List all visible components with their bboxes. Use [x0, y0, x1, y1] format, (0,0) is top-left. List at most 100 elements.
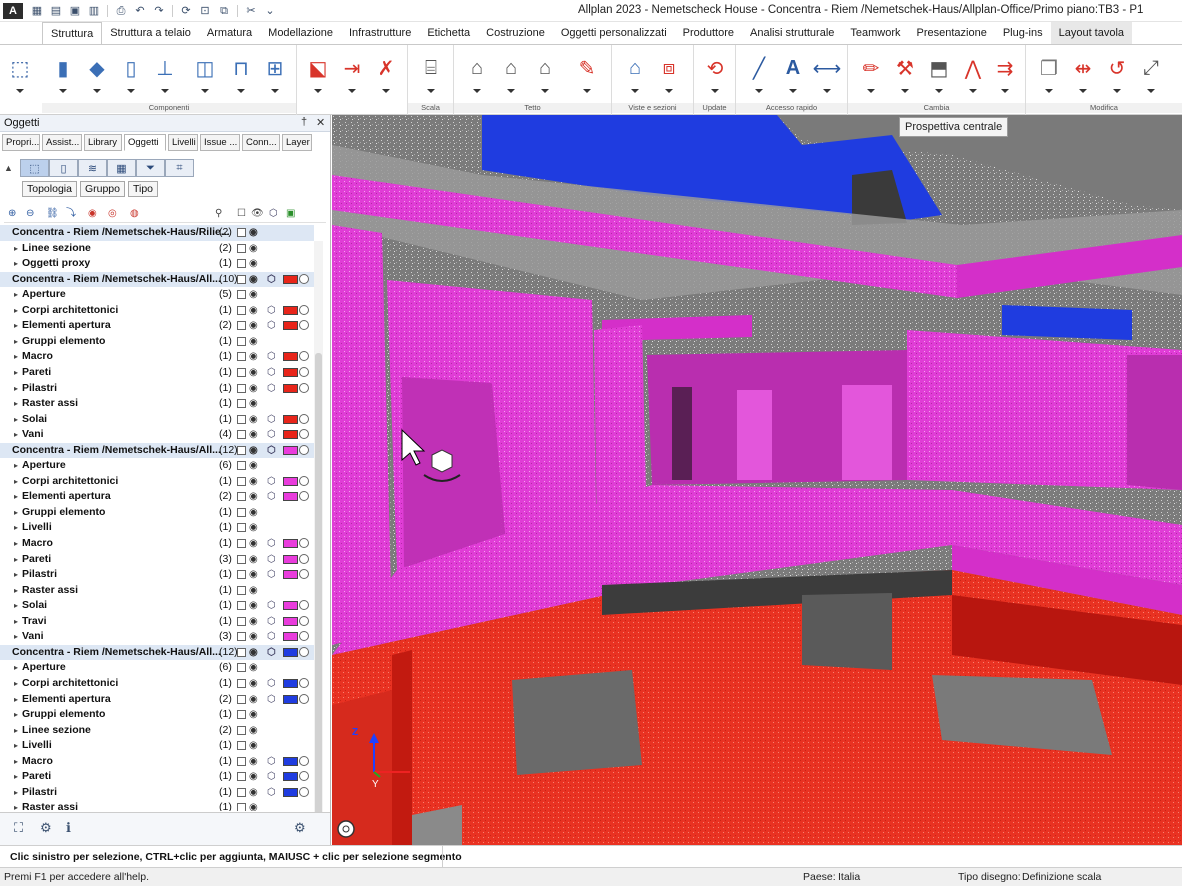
row-checkbox[interactable]: [237, 383, 246, 393]
cube-icon[interactable]: ⬡: [267, 769, 276, 785]
cube-icon[interactable]: ⬡: [267, 318, 276, 334]
tree-row[interactable]: ▸ Corpi architettonici (1) ◉ ⬡: [0, 474, 314, 490]
expand-arrow-icon[interactable]: ▸: [14, 707, 22, 723]
transparency-ring-icon[interactable]: [299, 382, 309, 393]
row-checkbox[interactable]: [237, 399, 246, 409]
plot-icon[interactable]: ⎙: [113, 4, 129, 18]
visibility-eye-icon[interactable]: ◉: [249, 692, 258, 708]
cube-icon[interactable]: ⬡: [267, 785, 276, 801]
transparency-ring-icon[interactable]: [299, 366, 309, 377]
tree-scrollbar[interactable]: [314, 241, 323, 871]
color-swatch[interactable]: [283, 756, 298, 766]
country-value[interactable]: Italia: [838, 871, 860, 883]
row-checkbox[interactable]: [237, 787, 246, 797]
transparency-ring-icon[interactable]: [299, 413, 309, 424]
expand-arrow-icon[interactable]: ▸: [14, 396, 22, 412]
expand-arrow-icon[interactable]: ▸: [14, 629, 22, 645]
visibility-eye-icon[interactable]: ◉: [249, 241, 258, 257]
ribbon-tab[interactable]: Produttore: [675, 22, 742, 44]
link-icon[interactable]: ⛓: [46, 207, 59, 221]
view-table-icon[interactable]: ▦: [107, 159, 136, 177]
cube-column-icon[interactable]: ⬡: [269, 207, 278, 221]
tree-row[interactable]: ▸ Gruppi elemento (1) ◉: [0, 505, 314, 521]
visibility-eye-icon[interactable]: ◉: [249, 365, 258, 381]
ribbon-tab[interactable]: Struttura a telaio: [102, 22, 199, 44]
ribbon-tab[interactable]: Plug-ins: [995, 22, 1051, 44]
column-icon[interactable]: ▯: [116, 53, 146, 93]
expand-arrow-icon[interactable]: ▸: [14, 583, 22, 599]
palette-tab[interactable]: Library: [84, 134, 122, 151]
cube-icon[interactable]: ⬡: [267, 349, 276, 365]
color-column-icon[interactable]: ▣: [286, 207, 295, 221]
expand-arrow-icon[interactable]: ▸: [14, 241, 22, 257]
row-checkbox[interactable]: [237, 243, 246, 253]
visibility-eye-icon[interactable]: ◉: [249, 287, 258, 303]
visibility-eye-icon[interactable]: ◉: [249, 489, 258, 505]
tree-row[interactable]: ▸ Pareti (3) ◉ ⬡: [0, 552, 314, 568]
customize-icon[interactable]: ⌄: [262, 4, 278, 18]
row-checkbox[interactable]: [237, 803, 246, 811]
cube-icon[interactable]: ⬡: [267, 614, 276, 630]
view-layers-icon[interactable]: ≋: [78, 159, 107, 177]
visibility-eye-icon[interactable]: ◉: [249, 520, 258, 536]
stair-icon[interactable]: ⌸: [416, 53, 446, 93]
cube-icon[interactable]: ⬡: [267, 489, 276, 505]
cube-icon[interactable]: ⬡: [267, 629, 276, 645]
tree-row[interactable]: ▸ Raster assi (1) ◉: [0, 800, 314, 811]
color-swatch[interactable]: [283, 570, 298, 580]
visibility-eye-icon[interactable]: ◉: [249, 754, 258, 770]
color-swatch[interactable]: [283, 383, 298, 393]
transparency-ring-icon[interactable]: [299, 600, 309, 611]
visibility-eye-icon[interactable]: ◉: [249, 598, 258, 614]
visibility-eye-icon[interactable]: ◉: [249, 318, 258, 334]
app-logo-icon[interactable]: A: [3, 2, 23, 19]
expand-icon[interactable]: ⊕: [8, 207, 16, 221]
selection-icon[interactable]: ⬕: [303, 53, 333, 93]
rotate-icon[interactable]: ↺: [1102, 53, 1132, 93]
slab-icon[interactable]: ◆: [82, 53, 112, 93]
view-document-icon[interactable]: ▯: [49, 159, 78, 177]
color-swatch[interactable]: [283, 632, 298, 642]
tree-row[interactable]: ▸ Corpi architettonici (1) ◉ ⬡: [0, 676, 314, 692]
tree-row[interactable]: ▸ Corpi architettonici (1) ◉ ⬡: [0, 303, 314, 319]
cube-icon[interactable]: ⬡: [267, 303, 276, 319]
isolate-icon[interactable]: ◍: [130, 207, 139, 221]
row-checkbox[interactable]: [237, 336, 246, 346]
visibility-eye-icon[interactable]: ◉: [249, 723, 258, 739]
visibility-eye-icon[interactable]: ◉: [249, 412, 258, 428]
visibility-eye-icon[interactable]: ◉: [249, 443, 258, 459]
cube-icon[interactable]: ⬡: [267, 365, 276, 381]
save-icon[interactable]: ▣: [67, 4, 83, 18]
expand-arrow-icon[interactable]: ▸: [14, 474, 22, 490]
modify-properties-icon[interactable]: ⬒: [924, 53, 954, 93]
visibility-eye-icon[interactable]: ◉: [249, 474, 258, 490]
visibility-eye-icon[interactable]: ◉: [249, 660, 258, 676]
cube-icon[interactable]: ⬡: [267, 412, 276, 428]
row-checkbox[interactable]: [237, 274, 246, 284]
close-icon[interactable]: ✕: [316, 116, 325, 129]
expand-arrow-icon[interactable]: ▸: [14, 614, 22, 630]
transparency-ring-icon[interactable]: [299, 475, 309, 486]
row-checkbox[interactable]: [237, 585, 246, 595]
expand-arrow-icon[interactable]: ▸: [14, 754, 22, 770]
color-swatch[interactable]: [283, 678, 298, 688]
cube-icon[interactable]: ⬡: [267, 645, 276, 661]
expand-arrow-icon[interactable]: ▸: [14, 489, 22, 505]
visibility-eye-icon[interactable]: ◉: [249, 427, 258, 443]
view-model-icon[interactable]: ⬚: [20, 159, 49, 177]
visibility-eye-icon[interactable]: ◉: [249, 303, 258, 319]
expand-arrow-icon[interactable]: ▸: [14, 598, 22, 614]
view-house-icon[interactable]: ⌂: [620, 53, 650, 93]
cube-icon[interactable]: ⬡: [267, 754, 276, 770]
visibility-eye-icon[interactable]: ◉: [249, 567, 258, 583]
cube-icon[interactable]: ⬡: [267, 552, 276, 568]
transparency-ring-icon[interactable]: [299, 786, 309, 797]
row-checkbox[interactable]: [237, 663, 246, 673]
transparency-ring-icon[interactable]: [299, 615, 309, 626]
row-checkbox[interactable]: [237, 741, 246, 751]
cube-icon[interactable]: ⬡: [267, 567, 276, 583]
expand-arrow-icon[interactable]: ▸: [14, 458, 22, 474]
brush-icon[interactable]: ⚒: [890, 53, 920, 93]
row-checkbox[interactable]: [237, 772, 246, 782]
row-checkbox[interactable]: [237, 570, 246, 580]
